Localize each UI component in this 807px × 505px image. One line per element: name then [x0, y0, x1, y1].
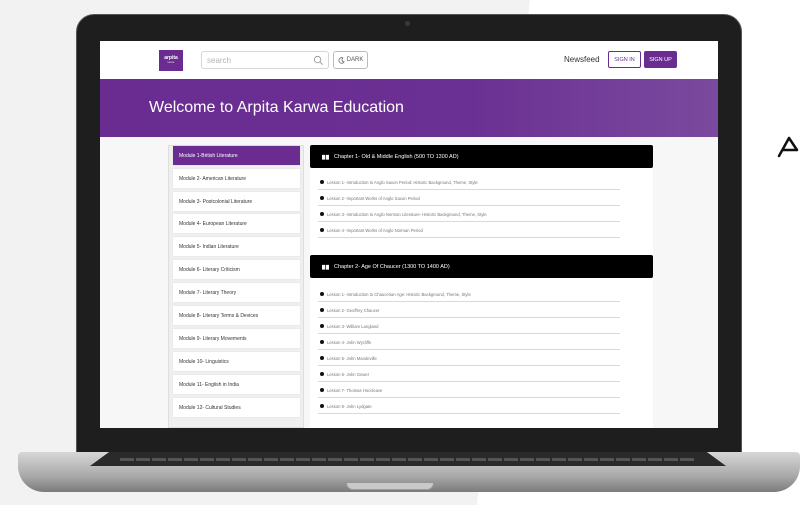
bullet-icon	[320, 196, 324, 200]
module-sidebar: Module 1-British Literature Module 2- Am…	[168, 145, 304, 428]
lesson-label: Lesson 5- John Mandeville	[327, 355, 377, 361]
bullet-icon	[320, 372, 324, 376]
sign-in-button[interactable]: SIGN IN	[608, 51, 641, 68]
lesson-item[interactable]: Lesson 6- John Gower	[318, 367, 620, 382]
lesson-label: Lesson 8- John Lydgate	[327, 403, 372, 409]
chapter-title: Chapter 2- Age Of Chaucer (1300 TO 1400 …	[334, 263, 450, 270]
logo-subtext: karwa	[167, 61, 175, 64]
search-placeholder: search	[207, 56, 232, 65]
book-icon	[322, 264, 329, 270]
laptop-screen: arpita karwa search DARK Newsfeed SIGN I…	[100, 41, 718, 428]
bullet-icon	[320, 356, 324, 360]
search-icon[interactable]	[313, 55, 324, 66]
page-title: Welcome to Arpita Karwa Education	[149, 99, 404, 116]
sidebar-item-module-12[interactable]: Module 12- Cultural Studies	[173, 398, 300, 417]
lesson-label: Lesson 3- Introduction to Anglo Norman L…	[327, 211, 487, 217]
newsfeed-link[interactable]: Newsfeed	[564, 55, 600, 64]
sidebar-item-module-9[interactable]: Module 9- Literary Movements	[173, 329, 300, 348]
chapter-list: Chapter 1- Old & Middle English (500 TO …	[310, 145, 653, 428]
hero-banner: Welcome to Arpita Karwa Education	[100, 79, 718, 137]
sidebar-item-module-8[interactable]: Module 8- Literary Terms & Devices	[173, 306, 300, 325]
bullet-icon	[320, 324, 324, 328]
laptop-notch	[346, 483, 434, 490]
bullet-icon	[320, 308, 324, 312]
bullet-icon	[320, 340, 324, 344]
lesson-label: Lesson 4- John Wycliffe	[327, 339, 372, 345]
laptop-key-row	[120, 458, 694, 461]
moon-icon	[338, 56, 345, 64]
lesson-label: Lesson 6- John Gower	[327, 371, 370, 377]
chapter-title: Chapter 1- Old & Middle English (500 TO …	[334, 153, 459, 160]
lesson-label: Lesson 2- Geoffrey Chaucer	[327, 307, 380, 313]
content-area: Module 1-British Literature Module 2- Am…	[100, 137, 718, 428]
lesson-label: Lesson 4- Important Works of Anglo Norma…	[327, 227, 423, 233]
sidebar-item-module-3[interactable]: Module 3- Postcolonial Literature	[173, 192, 300, 211]
lesson-label: Lesson 1- Introduction to Chaucerian Age…	[327, 291, 471, 297]
camera-icon	[405, 21, 410, 26]
lesson-label: Lesson 2- Important Works of Anglo Saxon…	[327, 195, 420, 201]
bullet-icon	[320, 228, 324, 232]
dark-mode-button[interactable]: DARK	[333, 51, 368, 69]
lesson-item[interactable]: Lesson 4- Important Works of Anglo Norma…	[318, 223, 620, 238]
lesson-item[interactable]: Lesson 7- Thomas Hoccleave	[318, 383, 620, 398]
sidebar-item-module-5[interactable]: Module 5- Indian Literature	[173, 237, 300, 256]
sidebar-item-module-10[interactable]: Module 10- Linguistics	[173, 352, 300, 371]
bullet-icon	[320, 180, 324, 184]
lesson-item[interactable]: Lesson 2- Geoffrey Chaucer	[318, 303, 620, 318]
lesson-item[interactable]: Lesson 3- William Langland	[318, 319, 620, 334]
bullet-icon	[320, 404, 324, 408]
top-navbar: arpita karwa search DARK Newsfeed SIGN I…	[100, 41, 718, 79]
bullet-icon	[320, 388, 324, 392]
lesson-item[interactable]: Lesson 2- Important Works of Anglo Saxon…	[318, 191, 620, 206]
sidebar-item-module-11[interactable]: Module 11- English in India	[173, 375, 300, 394]
bullet-icon	[320, 292, 324, 296]
bullet-icon	[320, 212, 324, 216]
lesson-label: Lesson 1- Introduction to Anglo Saxon Pe…	[327, 179, 478, 185]
book-icon	[322, 154, 329, 160]
lesson-label: Lesson 3- William Langland	[327, 323, 379, 329]
chapter-header-2[interactable]: Chapter 2- Age Of Chaucer (1300 TO 1400 …	[310, 255, 653, 278]
lesson-item[interactable]: Lesson 1- Introduction to Anglo Saxon Pe…	[318, 175, 620, 190]
lesson-item[interactable]: Lesson 3- Introduction to Anglo Norman L…	[318, 207, 620, 222]
search-input[interactable]: search	[201, 51, 329, 69]
lesson-item[interactable]: Lesson 8- John Lydgate	[318, 399, 620, 414]
sidebar-item-module-7[interactable]: Module 7- Literary Theory	[173, 283, 300, 302]
site-logo[interactable]: arpita karwa	[159, 50, 183, 71]
chapter-header-1[interactable]: Chapter 1- Old & Middle English (500 TO …	[310, 145, 653, 168]
lesson-item[interactable]: Lesson 4- John Wycliffe	[318, 335, 620, 350]
sidebar-item-module-4[interactable]: Module 4- European Literature	[173, 214, 300, 233]
sidebar-item-module-2[interactable]: Module 2- American Literature	[173, 169, 300, 188]
lesson-item[interactable]: Lesson 1- Introduction to Chaucerian Age…	[318, 287, 620, 302]
dark-mode-label: DARK	[346, 57, 364, 63]
lesson-item[interactable]: Lesson 5- John Mandeville	[318, 351, 620, 366]
sidebar-item-module-6[interactable]: Module 6- Literary Criticism	[173, 260, 300, 279]
decorative-arrow-icon	[777, 136, 799, 158]
lesson-label: Lesson 7- Thomas Hoccleave	[327, 387, 383, 393]
sign-up-button[interactable]: SIGN UP	[644, 51, 677, 68]
sidebar-item-module-1[interactable]: Module 1-British Literature	[173, 146, 300, 165]
